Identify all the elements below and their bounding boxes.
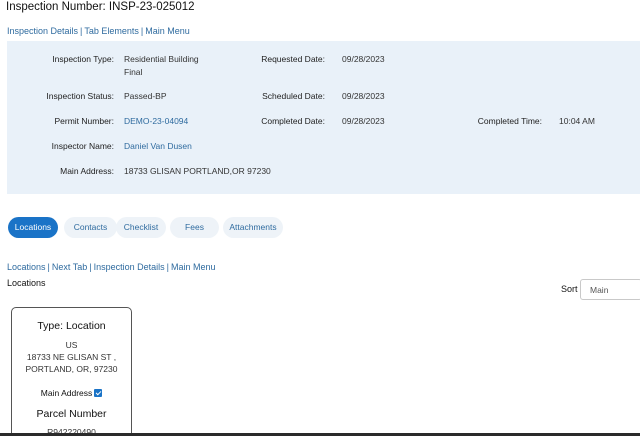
location-address-line2: PORTLAND, OR, 97230 [25, 364, 118, 374]
location-type-heading: Type: Location [37, 320, 106, 332]
nav-link-inspection-details[interactable]: Inspection Details [94, 262, 165, 272]
main-address-row: Main Address [12, 388, 131, 398]
tab-contacts[interactable]: Contacts [64, 217, 117, 238]
main-address-checkbox[interactable] [94, 389, 103, 397]
inspector-name-label: Inspector Name: [51, 141, 114, 151]
completed-date-value: 09/28/2023 [342, 116, 385, 126]
permit-number-label: Permit Number: [54, 116, 114, 126]
tab-attachments[interactable]: Attachments [223, 217, 283, 238]
tab-locations[interactable]: Locations [8, 217, 58, 238]
requested-date-label: Requested Date: [261, 54, 325, 64]
nav-link-inspection-details[interactable]: Inspection Details [7, 26, 78, 36]
inspection-type-label: Inspection Type: [52, 54, 114, 64]
scheduled-date-label: Scheduled Date: [262, 91, 325, 101]
inspection-details-panel: Inspection Type: Residential Building Fi… [7, 41, 640, 194]
permit-number-link[interactable]: DEMO-23-04094 [124, 115, 188, 128]
inspection-status-value: Passed-BP [124, 91, 167, 101]
parcel-number-heading: Parcel Number [36, 408, 107, 420]
nav-link-main-menu[interactable]: Main Menu [171, 262, 216, 272]
inspector-name-link[interactable]: Daniel Van Dusen [124, 140, 192, 153]
nav-link-next-tab[interactable]: Next Tab [52, 262, 87, 272]
section-nav: Locations | Next Tab | Inspection Details | Ma… [7, 262, 216, 272]
location-address-line1: 18733 NE GLISAN ST , [26, 352, 117, 362]
main-address-label: Main Address: [60, 166, 114, 176]
tab-checklist[interactable]: Checklist [116, 217, 166, 238]
nav-link-tab-elements[interactable]: Tab Elements [84, 26, 139, 36]
sort-label: Sort [561, 284, 578, 294]
inspection-type-value: Residential Building Final [124, 53, 199, 78]
location-card[interactable]: Type: Location US 18733 NE GLISAN ST , P… [11, 307, 132, 436]
main-address-value: 18733 GLISAN PORTLAND,OR 97230 [124, 166, 271, 176]
completed-time-value: 10:04 AM [559, 116, 595, 126]
nav-link-main-menu[interactable]: Main Menu [145, 26, 190, 36]
scheduled-date-value: 09/28/2023 [342, 91, 385, 101]
inspection-status-label: Inspection Status: [46, 91, 114, 101]
inspection-type-line1: Residential Building [124, 54, 199, 64]
nav-link-locations[interactable]: Locations [7, 262, 46, 272]
tab-fees[interactable]: Fees [170, 217, 219, 238]
inspection-type-line2: Final [124, 66, 143, 77]
page-title: Inspection Number: INSP-23-025012 [6, 1, 195, 13]
completed-time-label: Completed Time: [477, 116, 542, 126]
location-country: US [65, 340, 78, 350]
sort-select[interactable]: Main [580, 279, 640, 300]
section-title: Locations [7, 278, 46, 288]
completed-date-label: Completed Date: [261, 116, 325, 126]
requested-date-value: 09/28/2023 [342, 54, 385, 64]
main-address-checkbox-label: Main Address [40, 388, 93, 398]
top-nav: Inspection Details | Tab Elements | Main Men… [7, 26, 190, 36]
